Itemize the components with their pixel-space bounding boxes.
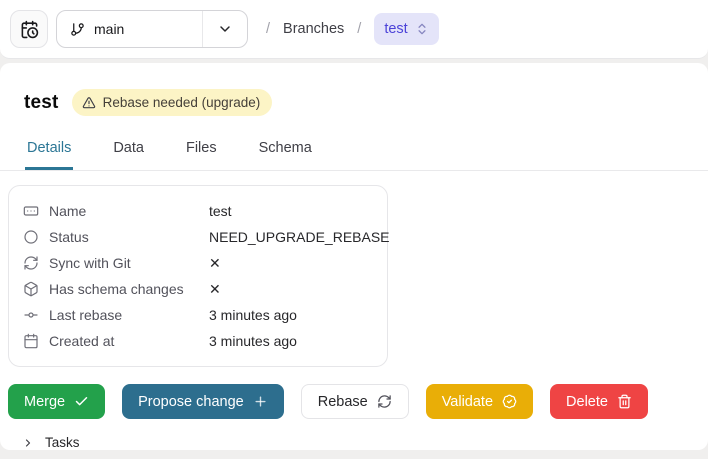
refresh-icon: [377, 394, 392, 409]
branch-selector[interactable]: main: [56, 10, 248, 48]
breadcrumb-separator: /: [266, 21, 271, 37]
trash-icon: [617, 394, 632, 409]
tab-schema[interactable]: Schema: [257, 133, 314, 170]
detail-row-name: Name test: [9, 198, 387, 224]
tab-bar: Details Data Files Schema: [0, 133, 708, 171]
git-commit-icon: [23, 307, 39, 323]
detail-label: Status: [49, 229, 89, 245]
merge-button-label: Merge: [24, 393, 66, 410]
warning-triangle-icon: [82, 96, 96, 110]
calendar-clock-icon: [20, 20, 39, 39]
detail-value-cross: ✕: [209, 280, 221, 297]
tab-details[interactable]: Details: [25, 133, 74, 170]
chevrons-up-down-icon: [415, 22, 429, 36]
breadcrumb-current-branch-select[interactable]: test: [374, 13, 439, 45]
detail-label: Has schema changes: [49, 281, 184, 297]
detail-label: Created at: [49, 333, 115, 349]
check-icon: [74, 394, 89, 409]
tab-data[interactable]: Data: [111, 133, 146, 170]
details-panel: Name test Status NEED_UPGRADE_REBASE Syn…: [8, 185, 390, 367]
badge-check-icon: [502, 394, 517, 409]
detail-row-last-rebase: Last rebase 3 minutes ago: [9, 302, 387, 328]
detail-value: 3 minutes ago: [209, 333, 297, 349]
branch-name: main: [94, 21, 125, 37]
plus-icon: [253, 394, 268, 409]
branch-selector-value: main: [57, 11, 202, 47]
propose-change-button[interactable]: Propose change: [122, 384, 284, 419]
history-button[interactable]: [10, 10, 48, 48]
propose-change-button-label: Propose change: [138, 393, 244, 410]
detail-value: test: [209, 203, 232, 219]
tab-files[interactable]: Files: [184, 133, 219, 170]
detail-label: Name: [49, 203, 87, 219]
delete-button[interactable]: Delete: [550, 384, 648, 419]
chevron-down-icon: [217, 21, 233, 37]
detail-row-sync-with-git: Sync with Git ✕: [9, 250, 387, 276]
name-field-icon: [23, 203, 39, 219]
page-title: test: [24, 91, 59, 113]
top-bar: main / Branches / test: [0, 0, 708, 59]
title-row: test Rebase needed (upgrade): [0, 63, 708, 116]
branch-details-page: main / Branches / test test Rebase neede…: [0, 0, 708, 459]
git-branch-icon: [70, 22, 85, 37]
rebase-button-label: Rebase: [317, 393, 368, 410]
breadcrumb: / Branches / test: [266, 13, 439, 45]
breadcrumb-separator: /: [357, 21, 362, 37]
chevron-right-icon: [22, 437, 34, 449]
calendar-icon: [23, 333, 39, 349]
rebase-button[interactable]: Rebase: [300, 384, 409, 419]
current-branch-label: test: [384, 21, 408, 37]
branch-selector-chevron[interactable]: [202, 11, 247, 47]
tasks-section-toggle[interactable]: Tasks: [0, 435, 708, 450]
action-buttons: Merge Propose change Rebase Validate Del…: [8, 384, 708, 419]
badge-label: Rebase needed (upgrade): [102, 95, 261, 110]
delete-button-label: Delete: [566, 393, 608, 410]
main-content: test Rebase needed (upgrade) Details Dat…: [0, 63, 708, 450]
merge-button[interactable]: Merge: [8, 384, 106, 419]
box-icon: [23, 281, 39, 297]
breadcrumb-branches-link[interactable]: Branches: [283, 21, 344, 37]
tasks-section-label: Tasks: [45, 435, 80, 450]
validate-button[interactable]: Validate: [425, 384, 534, 419]
detail-value-cross: ✕: [209, 254, 221, 271]
detail-label: Sync with Git: [49, 255, 131, 271]
status-circle-icon: [23, 229, 39, 245]
detail-label: Last rebase: [49, 307, 123, 323]
validate-button-label: Validate: [441, 393, 494, 410]
detail-row-has-schema-changes: Has schema changes ✕: [9, 276, 387, 302]
detail-row-status: Status NEED_UPGRADE_REBASE: [9, 224, 390, 250]
detail-value: NEED_UPGRADE_REBASE: [209, 229, 390, 245]
detail-row-created-at: Created at 3 minutes ago: [9, 328, 387, 354]
sync-icon: [23, 255, 39, 271]
rebase-needed-badge: Rebase needed (upgrade): [71, 89, 273, 116]
detail-value: 3 minutes ago: [209, 307, 297, 323]
